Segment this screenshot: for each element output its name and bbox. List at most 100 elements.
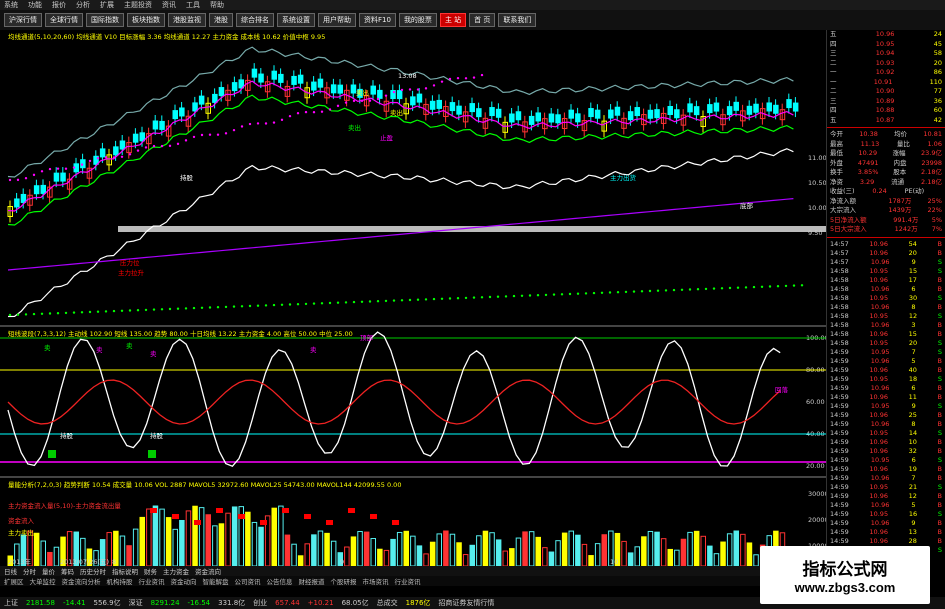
tick-cell: 14:59 <box>830 401 849 410</box>
status-item: 上证 <box>4 599 18 607</box>
menu-item[interactable]: 主题投资 <box>124 0 152 10</box>
chart-area[interactable]: 11.00 10.50 10.00 9.50 13.08 卖出 卖出 卖出 持股 止盈 压力位 主力拉… <box>0 30 829 567</box>
volume-signal-block <box>172 514 179 519</box>
support-dot <box>424 298 428 301</box>
tick-cell: 5 <box>911 356 916 365</box>
volume-bar <box>403 530 409 567</box>
menu-item[interactable]: 报价 <box>52 0 66 10</box>
bottom-tab[interactable]: 指标说明 <box>112 566 138 576</box>
tick-cell: S <box>937 374 942 383</box>
volume-signal-block <box>194 520 201 525</box>
extension-tab[interactable]: 公司资讯 <box>235 576 261 586</box>
bottom-tab[interactable]: 主力资金 <box>163 566 189 576</box>
volume-bar <box>416 545 423 567</box>
menu-item[interactable]: 分析 <box>76 0 90 10</box>
bottom-tab[interactable]: 财务 <box>144 566 157 576</box>
volume-bar <box>324 532 330 567</box>
menu-item[interactable]: 资讯 <box>162 0 176 10</box>
toolbar-button[interactable]: 主 站 <box>439 13 467 27</box>
volume-signal-block <box>216 508 223 513</box>
support-dot <box>576 292 580 295</box>
tick-cell: 14:59 <box>830 374 849 383</box>
extension-tab[interactable]: 智能解盘 <box>203 576 229 586</box>
orderbook-volume: 45 <box>933 39 942 48</box>
toolbar-button[interactable]: 综合排名 <box>236 13 274 27</box>
toolbar: 沪深行情 全球行情 国际指数 板块指数 港股监视 港股 综合排名 系统设置 用户帮助 资料F10 我… <box>0 10 945 30</box>
kdj-line-red <box>7 379 781 425</box>
tick-row: 14:59 10.95 7 S <box>827 348 945 357</box>
tick-cell: B <box>937 419 942 428</box>
toolbar-button[interactable]: 联系我们 <box>498 13 537 27</box>
toolbar-button[interactable]: 港股监视 <box>168 13 206 27</box>
support-dot <box>288 303 292 306</box>
volume-bar <box>165 517 172 567</box>
channel-dot <box>320 110 324 113</box>
toolbar-button[interactable]: 首 页 <box>469 13 496 27</box>
bottom-tab[interactable]: 分时 <box>23 566 36 576</box>
stat-cell: 3.29 <box>859 177 875 186</box>
toolbar-button[interactable]: 系统设置 <box>277 13 315 27</box>
channel-dot <box>144 146 148 149</box>
support-dot <box>560 293 564 296</box>
extension-tab[interactable]: 行业资讯 <box>139 576 165 586</box>
support-dot <box>168 307 172 311</box>
extension-tab[interactable]: 资金动向 <box>171 576 197 586</box>
menu-item[interactable]: 扩展 <box>100 0 114 10</box>
tick-cell: 14:58 <box>830 302 849 311</box>
volume-bar <box>535 536 541 567</box>
channel-dot <box>112 156 116 159</box>
bottom-tab[interactable]: 量价 <box>42 566 55 576</box>
candle-body <box>746 105 753 115</box>
candle-body <box>119 140 126 150</box>
extension-tab[interactable]: 行业资讯 <box>395 576 421 586</box>
bottom-tab[interactable]: 历史分时 <box>80 566 106 576</box>
toolbar-button[interactable]: 沪深行情 <box>4 13 42 27</box>
menu-item[interactable]: 功能 <box>28 0 42 10</box>
channel-dot <box>240 125 244 128</box>
toolbar-button[interactable]: 港股 <box>209 13 233 27</box>
support-dot <box>96 310 100 313</box>
tick-row: 14:59 10.96 7 B <box>827 474 945 483</box>
support-dot <box>120 309 124 312</box>
toolbar-button[interactable]: 全球行情 <box>45 13 83 27</box>
tick-cell: 14:59 <box>830 464 849 473</box>
extension-tab[interactable]: 公告信息 <box>267 576 293 586</box>
support-dot <box>624 290 628 294</box>
support-dot <box>72 311 76 314</box>
volume-bar <box>627 552 634 567</box>
toolbar-button[interactable]: 我的股票 <box>398 13 437 27</box>
stat-cell: 23998 <box>921 158 942 167</box>
extension-tab[interactable]: 机构持股 <box>107 576 133 586</box>
extension-tab[interactable]: 市场资讯 <box>363 576 389 586</box>
tick-cell: S <box>937 401 942 410</box>
bottom-tab[interactable]: 资金流向 <box>195 566 221 576</box>
toolbar-button[interactable]: 用户帮助 <box>318 13 356 27</box>
indicator-tag-label: 回落 <box>775 385 789 394</box>
menu-item[interactable]: 工具 <box>186 0 200 10</box>
candle-body <box>647 109 654 119</box>
toolbar-button[interactable]: 国际指数 <box>86 13 124 27</box>
toolbar-button[interactable]: 板块指数 <box>127 13 165 27</box>
indicator-tag-label: 卖 <box>310 346 317 354</box>
extension-tab[interactable]: 扩展区 <box>4 576 24 586</box>
indicator-axis-label: 60.00 <box>806 398 825 406</box>
channel-dot <box>176 142 180 146</box>
channel-dot <box>168 144 172 148</box>
tick-cell: S <box>937 509 942 518</box>
extension-tab[interactable]: 个股研报 <box>331 576 357 586</box>
menu-item[interactable]: 帮助 <box>210 0 224 10</box>
price-axis-label: 10.00 <box>808 204 826 212</box>
support-dot <box>304 302 308 306</box>
stat-cell: 量比 <box>896 139 910 148</box>
support-dot <box>328 301 332 305</box>
menu-item[interactable]: 系统 <box>4 0 18 10</box>
extension-tab[interactable]: 财经报道 <box>299 576 325 586</box>
stat-row: 今开 10.38 均价 10.81 <box>827 130 945 140</box>
extension-tab[interactable]: 大单监控 <box>30 576 56 586</box>
bottom-tab[interactable]: 筹码 <box>61 566 74 576</box>
extension-tab[interactable]: 资金流向分析 <box>62 576 101 586</box>
volume-signal-block <box>392 520 399 525</box>
orderbook-price: 10.94 <box>875 49 895 57</box>
toolbar-button[interactable]: 资料F10 <box>359 13 396 27</box>
bottom-tab[interactable]: 日线 <box>4 566 17 576</box>
